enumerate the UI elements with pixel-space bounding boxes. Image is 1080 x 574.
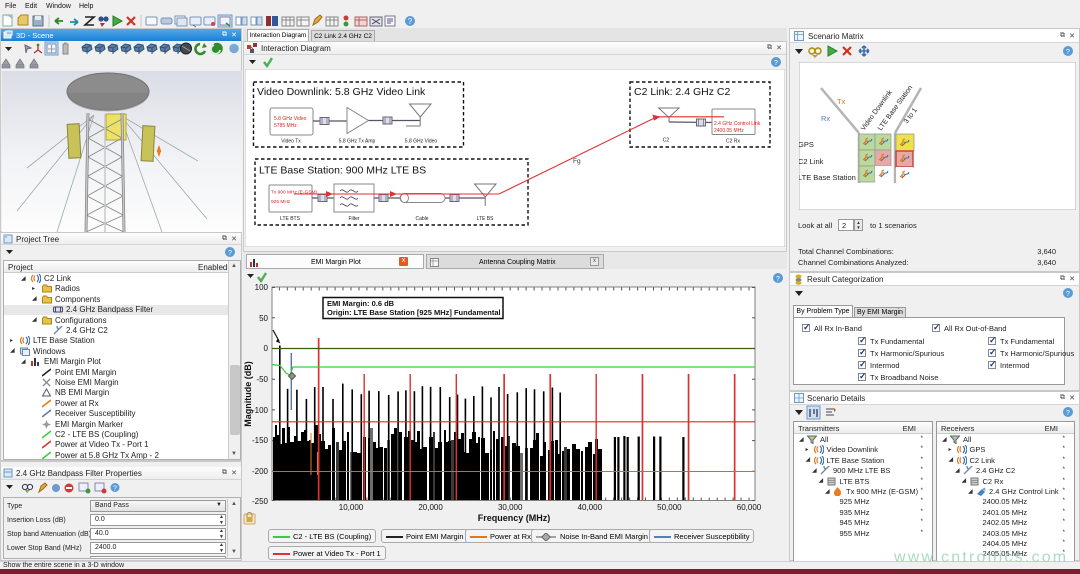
svg-text:?: ? [228, 250, 232, 257]
svg-text:50: 50 [259, 314, 268, 323]
svg-text:60,000: 60,000 [737, 503, 762, 512]
svg-text:-150: -150 [252, 436, 269, 445]
svg-text:5.8 GHz Video: 5.8 GHz Video [405, 139, 438, 145]
svg-text:30,000: 30,000 [498, 503, 523, 512]
svg-text:?: ? [408, 17, 413, 26]
svg-text:LTE Base Station: 900 MHz LTE: LTE Base Station: 900 MHz LTE BS [259, 165, 426, 177]
svg-text:?: ? [1066, 49, 1070, 56]
svg-text:?: ? [1066, 291, 1070, 298]
svg-text:100: 100 [255, 283, 269, 292]
svg-text:Filter: Filter [348, 216, 359, 222]
svg-text:-200: -200 [252, 467, 269, 476]
svg-text:0: 0 [264, 344, 269, 353]
svg-text:?: ? [1066, 410, 1070, 417]
svg-text:C2: C2 [663, 138, 670, 144]
svg-text:925 MHz: 925 MHz [271, 199, 291, 205]
svg-text:LTE Base Station: LTE Base Station [799, 173, 856, 182]
svg-text:10,000: 10,000 [339, 503, 364, 512]
svg-text:5.8 GHz Tx Amp: 5.8 GHz Tx Amp [339, 139, 376, 145]
svg-text:?: ? [774, 60, 778, 67]
svg-text:C2 Rx: C2 Rx [726, 139, 740, 145]
svg-text:Tx 900 MHz (E-GSM): Tx 900 MHz (E-GSM) [271, 190, 318, 196]
svg-text:Video Tx: Video Tx [281, 139, 301, 145]
svg-text:Tx: Tx [837, 97, 846, 106]
svg-text:?: ? [776, 276, 780, 283]
svg-text:Origin: LTE Base Station [925: Origin: LTE Base Station [925 MHz] Funda… [327, 308, 501, 317]
svg-text:C2 Link: 2.4 GHz C2: C2 Link: 2.4 GHz C2 [634, 86, 730, 98]
svg-text:Magnitude (dB): Magnitude (dB) [243, 361, 253, 427]
svg-text:EMI Margin: 0.6 dB: EMI Margin: 0.6 dB [327, 299, 395, 308]
svg-text:40,000: 40,000 [578, 503, 603, 512]
svg-text:?: ? [113, 486, 117, 493]
svg-text:LTE BTS: LTE BTS [280, 216, 301, 222]
svg-text:Cable: Cable [415, 216, 428, 222]
svg-text:C2 Link: C2 Link [799, 157, 824, 166]
svg-text:2400.05 MHz: 2400.05 MHz [714, 128, 744, 134]
svg-text:-250: -250 [252, 497, 269, 506]
svg-text:GPS: GPS [799, 140, 814, 149]
svg-text:Rx: Rx [821, 114, 830, 123]
svg-text:LTE BS: LTE BS [477, 216, 495, 222]
svg-text:2.4 GHz Control Link: 2.4 GHz Control Link [714, 121, 761, 127]
svg-text:20,000: 20,000 [418, 503, 443, 512]
svg-text:Fg: Fg [573, 158, 581, 165]
svg-text:5785 MHz: 5785 MHz [274, 123, 297, 129]
svg-text:-100: -100 [252, 406, 269, 415]
svg-text:50,000: 50,000 [657, 503, 682, 512]
svg-text:Frequency (MHz): Frequency (MHz) [478, 513, 551, 523]
svg-text:Video Downlink: 5.8 GHz Video: Video Downlink: 5.8 GHz Video Link [257, 86, 426, 98]
svg-text:-50: -50 [256, 375, 268, 384]
svg-text:5.8 GHz Video: 5.8 GHz Video [274, 116, 307, 122]
